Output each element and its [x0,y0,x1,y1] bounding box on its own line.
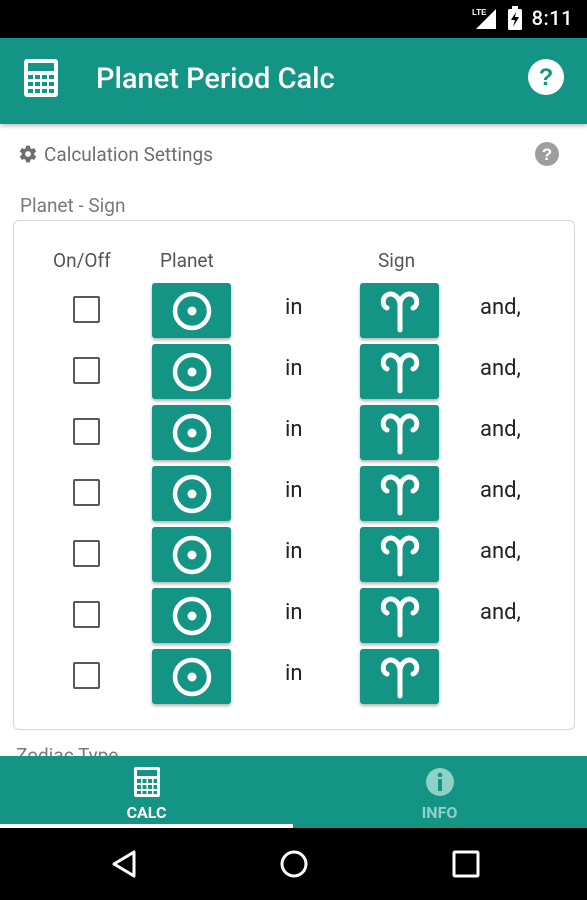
sign-select-button[interactable] [360,466,439,521]
aries-symbol-icon [377,532,423,578]
calculation-settings-header[interactable]: Calculation Settings ? [18,140,559,168]
connector-in-label: in [285,417,303,442]
network-type-label: LTE [472,8,487,17]
planet-select-button[interactable] [152,588,231,643]
app-bar: Planet Period Calc ? [0,38,587,124]
aries-symbol-icon [377,288,423,334]
sign-select-button[interactable] [360,649,439,704]
planet-select-button[interactable] [152,405,231,460]
connector-in-label: in [285,661,303,686]
system-navigation-bar [0,828,587,900]
section-label-zodiac-type: Zodiac Type [16,744,119,756]
row-toggle-checkbox[interactable] [73,479,100,506]
connector-in-label: in [285,539,303,564]
sun-symbol-icon [170,411,214,455]
aries-symbol-icon [377,654,423,700]
calculator-icon [24,59,58,97]
gear-icon [19,145,37,163]
planet-select-button[interactable] [152,527,231,582]
table-row: in [14,649,574,705]
header-on-off: On/Off [53,249,111,272]
row-toggle-checkbox[interactable] [73,357,100,384]
bottom-navigation: CALC INFO [0,756,587,828]
sun-symbol-icon [170,350,214,394]
svg-text:?: ? [539,64,554,91]
active-tab-indicator [0,824,293,828]
tab-calc-label: CALC [126,803,167,822]
aries-symbol-icon [377,410,423,456]
row-toggle-checkbox[interactable] [73,601,100,628]
sun-symbol-icon [170,655,214,699]
section-label-planet-sign: Planet - Sign [20,194,126,217]
connector-and-label: and, [480,295,521,320]
table-row: in and, [14,283,574,339]
table-row: in and, [14,527,574,583]
sun-symbol-icon [170,533,214,577]
connector-in-label: in [285,478,303,503]
sun-symbol-icon [170,472,214,516]
table-row: in and, [14,466,574,522]
planet-sign-card: On/Off Planet Sign in and, in and, in and, in a… [13,220,575,730]
aries-symbol-icon [377,349,423,395]
planet-select-button[interactable] [152,344,231,399]
planet-select-button[interactable] [152,283,231,338]
row-toggle-checkbox[interactable] [73,662,100,689]
sign-select-button[interactable] [360,527,439,582]
header-sign: Sign [378,249,416,272]
cell-signal-icon: LTE [472,8,496,29]
settings-help-icon[interactable]: ? [533,140,561,168]
connector-in-label: in [285,600,303,625]
app-title: Planet Period Calc [96,62,335,96]
connector-and-label: and, [480,478,521,503]
calculator-icon [133,767,160,797]
row-toggle-checkbox[interactable] [73,540,100,567]
status-time: 8:11 [531,6,573,30]
planet-select-button[interactable] [152,466,231,521]
connector-in-label: in [285,295,303,320]
table-row: in and, [14,588,574,644]
connector-and-label: and, [480,539,521,564]
aries-symbol-icon [377,593,423,639]
tab-info-label: INFO [421,803,458,822]
connector-and-label: and, [480,600,521,625]
sign-select-button[interactable] [360,283,439,338]
settings-title: Calculation Settings [44,142,213,166]
planet-select-button[interactable] [152,649,231,704]
tab-calc[interactable]: CALC [0,756,293,828]
svg-text:?: ? [542,145,552,164]
info-icon [425,768,454,796]
connector-and-label: and, [480,356,521,381]
recents-icon[interactable] [450,848,482,880]
table-row: in and, [14,405,574,461]
aries-symbol-icon [377,471,423,517]
main-content[interactable]: Calculation Settings ? Planet - Sign On/… [0,124,587,756]
table-row: in and, [14,344,574,400]
sign-select-button[interactable] [360,588,439,643]
header-planet: Planet [160,249,214,272]
sun-symbol-icon [170,594,214,638]
tab-info[interactable]: INFO [293,756,586,828]
row-toggle-checkbox[interactable] [73,418,100,445]
sun-symbol-icon [170,289,214,333]
back-icon[interactable] [108,848,140,880]
connector-in-label: in [285,356,303,381]
status-bar: LTE 8:11 [0,0,587,38]
sign-select-button[interactable] [360,344,439,399]
home-icon[interactable] [278,848,310,880]
sign-select-button[interactable] [360,405,439,460]
connector-and-label: and, [480,417,521,442]
battery-charging-icon [507,6,522,30]
row-toggle-checkbox[interactable] [73,296,100,323]
help-icon[interactable]: ? [527,58,565,96]
